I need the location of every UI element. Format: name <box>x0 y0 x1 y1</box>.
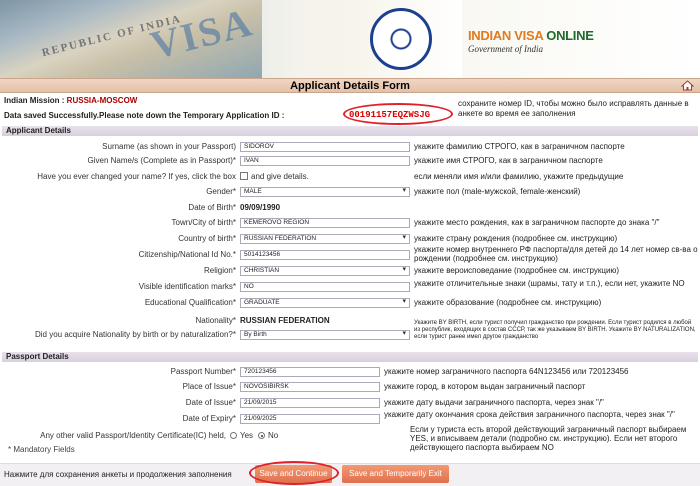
form-title-bar: Applicant Details Form <box>0 78 700 93</box>
country-select[interactable]: RUSSIAN FEDERATION <box>240 234 410 244</box>
dob-value: 09/09/1990 <box>240 203 281 212</box>
date-issue-label: Date of Issue* <box>185 398 236 407</box>
education-value: GRADUATE <box>244 299 280 306</box>
marks-note: укажите отличительные знаки (шрамы, тату… <box>414 279 685 288</box>
country-note: укажите страну рождения (подробнее см. и… <box>414 234 618 243</box>
citizenship-note: укажите номер внутреннего РФ паспорта/дл… <box>414 245 698 263</box>
application-id-note: сохраните номер ID, чтобы можно было исп… <box>458 99 689 118</box>
acquire-nationality-value: By Birth <box>244 331 267 338</box>
mission-line: Indian Mission : RUSSIA-MOSCOW <box>4 96 137 105</box>
visa-banner-image: REPUBLIC OF INDIA VISA <box>0 0 262 78</box>
other-passport-label: Any other valid Passport/Identity Certif… <box>40 431 226 440</box>
town-input[interactable]: KEMEROVO REGION <box>240 218 410 228</box>
given-name-input[interactable]: IVAN <box>240 156 410 166</box>
other-passport-no-radio[interactable] <box>258 432 265 439</box>
nationality-label: Nationality* <box>195 316 236 325</box>
dob-label: Date of Birth* <box>188 203 236 212</box>
given-name-label: Given Name/s (Complete as in Passport)* <box>87 156 237 165</box>
indian-visa-online-logo[interactable]: INDIAN VISA ONLINE Government of India <box>468 28 608 62</box>
gender-label: Gender* <box>206 187 236 196</box>
other-passport-note: Если у туриста есть второй действующий з… <box>410 425 687 452</box>
date-issue-note: укажите дату выдачи заграничного паспорт… <box>384 398 604 407</box>
country-value: RUSSIAN FEDERATION <box>244 235 317 242</box>
citizenship-label: Citizenship/National Id No.* <box>138 250 236 259</box>
logo-sub-text: Government of India <box>468 44 543 54</box>
header-banner: REPUBLIC OF INDIA VISA INDIAN VISA ONLIN… <box>0 0 700 78</box>
other-passport-yes-label: Yes <box>240 431 254 440</box>
town-note: укажите место рождения, как в загранично… <box>414 218 660 227</box>
changed-name-note: если меняли имя и/или фамилию, укажите п… <box>414 172 624 181</box>
marks-input[interactable]: NO <box>240 282 410 292</box>
acquire-nationality-select[interactable]: By Birth <box>240 330 410 340</box>
section-applicant-details: Applicant Details <box>2 126 698 136</box>
section-passport-details: Passport Details <box>2 352 698 362</box>
home-icon[interactable] <box>681 80 694 91</box>
religion-select[interactable]: CHRISTIAN <box>240 266 410 276</box>
surname-label: Surname (as shown in your Passport) <box>102 142 236 151</box>
education-label: Educational Qualification* <box>144 298 236 307</box>
religion-label: Religion* <box>203 266 236 275</box>
date-expiry-note: укажите дату окончания срока действия за… <box>384 410 675 419</box>
logo-main-text: INDIAN VISA <box>468 28 543 43</box>
given-name-note: укажите имя СТРОГО, как в заграничном па… <box>414 156 603 165</box>
passport-number-note: укажите номер заграничного паспорта 64N1… <box>384 367 629 376</box>
save-exit-button[interactable]: Save and Temporarily Exit <box>342 465 449 483</box>
education-select[interactable]: GRADUATE <box>240 298 410 308</box>
gender-value: MALE <box>244 188 262 195</box>
date-expiry-input[interactable]: 21/09/2025 <box>240 414 380 424</box>
other-passport-yes-radio[interactable] <box>230 432 237 439</box>
religion-note: укажите вероисповедание (подробнее см. и… <box>414 266 620 275</box>
logo-online-text: ONLINE <box>546 28 594 43</box>
education-note: укажите образование (подробнее см. инстр… <box>414 298 602 307</box>
religion-value: CHRISTIAN <box>244 267 280 274</box>
other-passport-no-label: No <box>268 431 279 440</box>
place-issue-note: укажите город, в котором выдан заграничн… <box>384 382 586 391</box>
gender-select[interactable]: MALE <box>240 187 410 197</box>
save-continue-highlight <box>249 461 339 485</box>
passport-number-input[interactable]: 720123456 <box>240 367 380 377</box>
changed-name-checkbox[interactable] <box>240 172 248 180</box>
surname-input[interactable]: SIDOROV <box>240 142 410 152</box>
footer-note: Нажмите для сохранения анкеты и продолже… <box>4 470 232 479</box>
marks-label: Visible identification marks* <box>138 282 236 291</box>
gender-note: укажите пол (male-мужской, female-женски… <box>414 187 581 196</box>
place-issue-label: Place of Issue* <box>182 382 236 391</box>
flag-background <box>262 0 462 78</box>
mandatory-note: * Mandatory Fields <box>8 445 75 454</box>
mission-value: RUSSIA-MOSCOW <box>66 96 138 105</box>
passport-number-label: Passport Number* <box>170 367 236 376</box>
ashoka-chakra-icon <box>370 8 432 70</box>
nationality-value: RUSSIAN FEDERATION <box>240 316 330 325</box>
mission-label: Indian Mission : <box>4 96 67 105</box>
country-label: Country of birth* <box>178 234 236 243</box>
place-issue-input[interactable]: NOVOSIBIRSK <box>240 382 380 392</box>
application-id-highlight <box>343 103 453 125</box>
citizenship-input[interactable]: 5014123456 <box>240 250 410 260</box>
page-title: Applicant Details Form <box>290 80 410 92</box>
acquire-nationality-label: Did you acquire Nationality by birth or … <box>35 330 236 339</box>
surname-note: укажите фамилию СТРОГО, как в загранично… <box>414 142 625 151</box>
date-expiry-label: Date of Expiry* <box>182 414 236 423</box>
changed-name-after: and give details. <box>251 172 309 181</box>
acquire-nationality-note: Укажите BY BIRTH, если турист получил гр… <box>414 320 696 340</box>
saved-message: Data saved Successfully.Please note down… <box>4 111 285 120</box>
date-issue-input[interactable]: 21/09/2015 <box>240 398 380 408</box>
changed-name-label: Have you ever changed your name? If yes,… <box>37 172 236 181</box>
banner-visa-word: VISA <box>146 0 258 68</box>
town-label: Town/City of birth* <box>171 218 236 227</box>
